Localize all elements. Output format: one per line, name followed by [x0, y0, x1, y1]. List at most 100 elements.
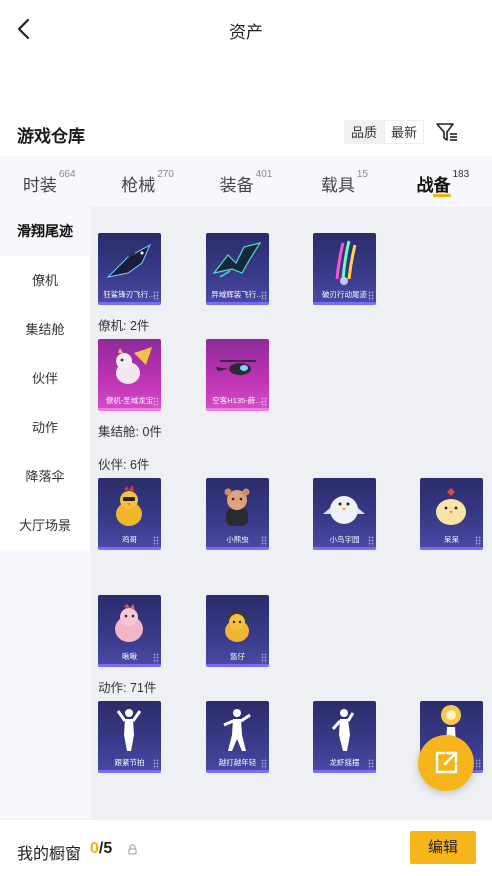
- tab-equipment[interactable]: 装备401: [197, 156, 295, 207]
- tab-count: 183: [452, 169, 470, 180]
- filter-icon[interactable]: [434, 120, 460, 144]
- rarity-bar: [313, 302, 376, 305]
- showcase-count: 0/5: [90, 840, 112, 858]
- showcase-bar: 我的橱窗 0/5 编辑: [0, 819, 492, 876]
- trail-effect-icon: [335, 240, 357, 285]
- share-button[interactable]: [418, 735, 474, 791]
- winged-glider-icon: [212, 242, 262, 278]
- tab-count: 401: [255, 169, 273, 180]
- dance-pose-icon: [223, 709, 251, 751]
- tab-count: 270: [157, 169, 174, 180]
- tab-label: 战备: [416, 176, 451, 195]
- sort-quality-button[interactable]: 品质: [344, 120, 385, 144]
- item-card[interactable]: 僚机-圣域龙宝: [98, 339, 161, 411]
- item-name: 盔仔: [230, 652, 245, 661]
- dragon-pet-icon: [116, 347, 152, 384]
- category-tabs: 时装664 枪械270 装备401 载具15 战备183: [0, 156, 492, 207]
- grid-dots: [153, 759, 159, 769]
- tab-label: 装备: [219, 176, 254, 195]
- item-name: 空客H135-薛…: [212, 396, 263, 405]
- bird-partner-icon: [323, 496, 365, 524]
- item-card[interactable]: 越打越年轻: [206, 701, 269, 773]
- item-name: 小熊虫: [226, 535, 249, 544]
- tab-guns[interactable]: 枪械270: [98, 156, 196, 207]
- sidebar-item-lobby-scene[interactable]: 大厅场景: [0, 501, 90, 550]
- rarity-bar: [98, 408, 161, 411]
- pink-bird-partner-icon: [115, 604, 143, 642]
- share-external-icon: [435, 751, 458, 774]
- item-card[interactable]: 呆呆: [420, 478, 483, 550]
- chick-partner-icon: [436, 488, 466, 525]
- item-grid: 狂鲨锋刃飞行… 异域辉装飞行… 破刃行动尾迹 僚机: 2件 僚机-圣域龙宝 空客…: [90, 207, 492, 819]
- rarity-bar: [206, 302, 269, 305]
- item-card[interactable]: 啾啾: [98, 595, 161, 667]
- tab-label: 时装: [22, 176, 57, 195]
- grid-dots: [261, 291, 267, 301]
- tab-count: 15: [356, 169, 368, 180]
- item-card[interactable]: 小鸟宇园: [313, 478, 376, 550]
- tab-fashion[interactable]: 时装664: [0, 156, 98, 207]
- tab-count: 664: [58, 169, 76, 180]
- item-name: 跟紧节拍: [114, 758, 145, 767]
- item-name: 僚机-圣域龙宝: [105, 396, 154, 405]
- item-card[interactable]: 跟紧节拍: [98, 701, 161, 773]
- item-card[interactable]: 异域辉装飞行…: [206, 233, 269, 305]
- section-label-pod: 集结舱: 0件: [98, 425, 162, 439]
- section-label-wingman: 僚机: 2件: [98, 319, 150, 333]
- rarity-bar: [206, 664, 269, 667]
- page-title: 资产: [229, 23, 263, 42]
- sidebar-item-pod[interactable]: 集结舱: [0, 305, 90, 354]
- grid-dots: [261, 397, 267, 407]
- sidebar: 滑翔尾迹 僚机 集结舱 伙伴 动作 降落伞 大厅场景: [0, 207, 90, 819]
- item-name: 破刃行动尾迹: [322, 290, 367, 299]
- shark-glider-icon: [106, 243, 152, 278]
- item-card[interactable]: 狂鲨锋刃飞行…: [98, 233, 161, 305]
- tab-label: 载具: [320, 176, 355, 195]
- rarity-bar: [98, 770, 161, 773]
- rarity-bar: [98, 302, 161, 305]
- top-bar: 资产: [0, 0, 492, 58]
- sort-newest-button[interactable]: 最新: [384, 120, 425, 144]
- tab-vehicles[interactable]: 载具15: [295, 156, 393, 207]
- grid-dots: [368, 536, 374, 546]
- grid-dots: [368, 759, 374, 769]
- item-name: 呆呆: [444, 535, 459, 544]
- grid-dots: [153, 653, 159, 663]
- sidebar-item-wingman[interactable]: 僚机: [0, 256, 90, 305]
- grid-dots: [153, 291, 159, 301]
- item-card[interactable]: 鸡哥: [98, 478, 161, 550]
- rarity-bar: [98, 547, 161, 550]
- sidebar-item-parachute[interactable]: 降落伞: [0, 452, 90, 501]
- item-card[interactable]: 空客H135-薛…: [206, 339, 269, 411]
- grid-dots: [153, 397, 159, 407]
- rarity-bar: [206, 547, 269, 550]
- edit-button[interactable]: 编辑: [410, 831, 476, 864]
- item-name: 鸡哥: [122, 535, 137, 544]
- item-name: 狂鲨锋刃飞行…: [103, 290, 156, 299]
- warehouse-title: 游戏仓库: [17, 127, 85, 146]
- item-card[interactable]: 盔仔: [206, 595, 269, 667]
- tab-label: 枪械: [121, 176, 156, 195]
- rarity-bar: [98, 664, 161, 667]
- item-card[interactable]: 破刃行动尾迹: [313, 233, 376, 305]
- helmet-duck-partner-icon: [225, 611, 249, 642]
- section-label-emote: 动作: 71件: [98, 681, 157, 695]
- grid-dots: [153, 536, 159, 546]
- helicopter-icon: [216, 360, 256, 375]
- sidebar-item-partner[interactable]: 伙伴: [0, 354, 90, 403]
- item-card[interactable]: 小熊虫: [206, 478, 269, 550]
- rarity-bar: [420, 547, 483, 550]
- grid-dots: [261, 653, 267, 663]
- tab-combat-gear[interactable]: 战备183: [394, 156, 492, 207]
- lock-icon: [128, 844, 137, 855]
- sidebar-item-glide-trail[interactable]: 滑翔尾迹: [0, 207, 90, 256]
- grid-dots: [475, 536, 481, 546]
- grid-dots: [475, 759, 481, 769]
- dance-pose-icon: [331, 709, 355, 751]
- item-name: 龙虾摇摆: [329, 758, 360, 767]
- item-card[interactable]: 龙虾摇摆: [313, 701, 376, 773]
- rarity-bar: [206, 408, 269, 411]
- sidebar-item-emote[interactable]: 动作: [0, 403, 90, 452]
- grid-dots: [261, 759, 267, 769]
- item-name: 越打越年轻: [218, 758, 257, 767]
